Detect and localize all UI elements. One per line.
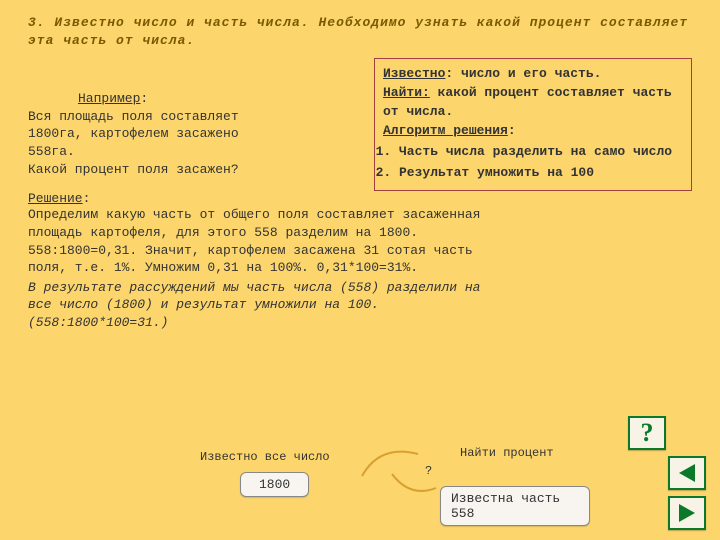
known-text: : число и его часть.: [445, 66, 601, 81]
whole-label: Известно все число: [200, 450, 330, 464]
conclusion-line: все число (1800) и результат умножили на…: [28, 296, 692, 314]
algorithm-box: Известно: число и его часть. Найти: како…: [374, 58, 692, 191]
solution-line: Определим какую часть от общего поля сос…: [28, 206, 692, 224]
help-button[interactable]: ?: [628, 416, 666, 450]
example-line: Вся площадь поля составляет: [28, 108, 368, 126]
whole-value-box: 1800: [240, 472, 309, 497]
chevron-left-icon: [679, 464, 695, 482]
task-title: Известно число и часть числа. Необходимо…: [28, 15, 688, 48]
find-label: Найти:: [383, 85, 430, 100]
nav-controls: ?: [626, 416, 706, 530]
part-value-box: Известна часть 558: [440, 486, 590, 526]
task-number: 3.: [28, 15, 46, 30]
bottom-diagram: Известно все число 1800 Найти процент ? …: [160, 450, 590, 530]
algo-title: Алгоритм решения: [383, 123, 508, 138]
solution-line: 558:1800=0,31. Значит, картофелем засаже…: [28, 242, 692, 260]
find-percent-label: Найти процент: [460, 446, 554, 460]
next-button[interactable]: [668, 496, 706, 530]
example-line: Какой процент поля засажен?: [28, 161, 368, 179]
example-line: 1800га, картофелем засажено: [28, 125, 368, 143]
conclusion-line: (558:1800*100=31.): [28, 314, 692, 332]
example-line: 558га.: [28, 143, 368, 161]
solution-line: поля, т.е. 1%. Умножим 0,31 на 100%. 0,3…: [28, 259, 692, 277]
algo-step: Часть числа разделить на само число: [399, 143, 683, 162]
known-label: Известно: [383, 66, 445, 81]
curved-arrow-icon: [390, 470, 440, 500]
conclusion-line: В результате рассуждений мы часть числа …: [28, 279, 692, 297]
algo-step: Результат умножить на 100: [399, 164, 683, 183]
task-heading: 3. Известно число и часть числа. Необход…: [28, 14, 692, 50]
solution-line: площадь картофеля, для этого 558 раздели…: [28, 224, 692, 242]
example-label: Например:: [28, 90, 368, 108]
solution-label: Решение:: [28, 191, 692, 206]
prev-button[interactable]: [668, 456, 706, 490]
chevron-right-icon: [679, 504, 695, 522]
